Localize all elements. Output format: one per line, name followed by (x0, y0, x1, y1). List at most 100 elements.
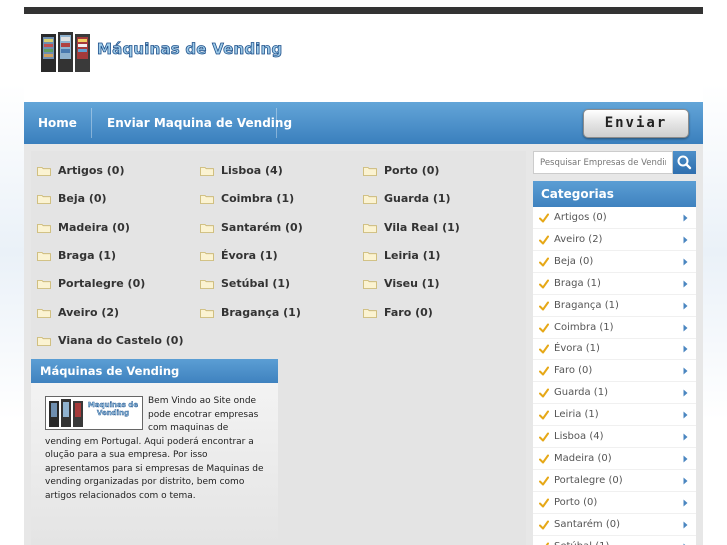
sidebar-category-item[interactable]: Madeira (0) (533, 448, 696, 470)
sidebar-category-label: Lisboa (4) (554, 431, 604, 442)
check-icon (539, 388, 549, 398)
main-content: Artigos (0) Lisboa (4) Porto (0) Beja (0) Co… (31, 151, 526, 545)
check-icon (539, 520, 549, 530)
folder-icon (37, 280, 51, 290)
chevron-right-icon (683, 258, 688, 266)
welcome-text: Bem Vindo ao Site onde pode encotrar emp… (45, 395, 267, 503)
sidebar-category-item[interactable]: Beja (0) (533, 251, 696, 273)
sidebar-category-item[interactable]: Lisboa (4) (533, 426, 696, 448)
sidebar-category-item[interactable]: Setúbal (1) (533, 536, 696, 545)
sidebar-category-item[interactable]: Porto (0) (533, 492, 696, 514)
category-label: Santarém (0) (221, 220, 303, 234)
category-label: Braga (1) (58, 248, 117, 262)
folder-icon (200, 195, 214, 205)
folder-icon (363, 251, 377, 261)
nav-divider (91, 108, 92, 138)
sidebar-category-label: Coimbra (1) (554, 321, 614, 333)
sidebar-category-label: Évora (1) (554, 343, 600, 355)
site-logo-text[interactable]: Máquinas de Vending (97, 40, 283, 59)
nav-enviar-maquina[interactable]: Enviar Maquina de Vending (107, 102, 292, 144)
chevron-right-icon (683, 280, 688, 288)
category-label: Évora (1) (221, 248, 278, 262)
sidebar-category-label: Aveiro (2) (554, 233, 603, 245)
nav-divider (276, 108, 277, 138)
folder-icon (363, 167, 377, 176)
category-label: Aveiro (2) (58, 305, 120, 319)
category-label: Beja (0) (58, 192, 107, 206)
search-button[interactable] (673, 151, 696, 174)
folder-icon (363, 308, 377, 318)
check-icon (539, 301, 549, 311)
category-label: Portalegre (0) (58, 277, 146, 291)
check-icon (539, 235, 549, 245)
chevron-right-icon (683, 302, 688, 310)
welcome-box: Maquinas de Vending Bem Vindo ao Site on… (31, 383, 278, 545)
sidebar: Categorias Artigos (0) Aveiro (2) Beja (0)… (533, 151, 696, 545)
sidebar-category-label: Beja (0) (554, 255, 594, 267)
check-icon (545, 542, 549, 545)
sidebar-category-item[interactable]: Leiria (1) (533, 404, 696, 427)
sidebar-category-label: Leiria (1) (554, 409, 599, 421)
folder-icon (37, 195, 51, 205)
folder-icon (37, 251, 51, 261)
category-label: Vila Real (1) (384, 220, 460, 234)
main-nav: Home Enviar Maquina de Vending Enviar (24, 102, 703, 144)
folder-icon (200, 251, 214, 261)
check-icon (539, 366, 549, 376)
sidebar-categories-title: Categorias (533, 181, 696, 207)
chevron-right-icon (683, 455, 688, 463)
vending-machines-logo-icon[interactable] (40, 30, 92, 74)
category-label: Artigos (0) (58, 164, 125, 177)
sidebar-category-item[interactable]: Évora (1) (533, 338, 696, 361)
sidebar-category-label: Artigos (0) (554, 212, 607, 223)
category-label: Guarda (1) (384, 192, 451, 206)
sidebar-category-item[interactable]: Guarda (1) (533, 382, 696, 405)
sidebar-category-item[interactable]: Coimbra (1) (533, 317, 696, 339)
chevron-right-icon (683, 477, 688, 485)
category-label: Lisboa (4) (221, 164, 283, 177)
chevron-right-icon (683, 499, 688, 507)
chevron-right-icon (683, 411, 688, 419)
check-icon (539, 454, 549, 464)
folder-icon (37, 308, 51, 318)
sidebar-category-item[interactable]: Bragança (1) (533, 295, 696, 317)
category-label: Setúbal (1) (221, 277, 291, 291)
sidebar-category-item[interactable]: Aveiro (2) (533, 229, 696, 251)
sidebar-category-label: Setúbal (1) (554, 536, 609, 545)
site-header: Máquinas de Vending (24, 14, 703, 109)
sidebar-category-label: Bragança (1) (554, 299, 619, 311)
sidebar-category-item[interactable]: Braga (1) (533, 273, 696, 295)
check-icon (539, 410, 549, 420)
sidebar-category-item[interactable]: Artigos (0) (533, 207, 696, 229)
sidebar-category-item[interactable]: Santarém (0) (533, 514, 696, 536)
chevron-right-icon (683, 433, 688, 441)
nav-home[interactable]: Home (38, 102, 77, 144)
sidebar-category-label: Santarém (0) (554, 518, 620, 530)
chevron-right-icon (683, 367, 688, 375)
folder-icon (363, 223, 377, 233)
chevron-right-icon (683, 521, 688, 529)
check-icon (539, 279, 549, 289)
category-label: Faro (0) (384, 305, 433, 319)
category-label: Viana do Castelo (0) (58, 333, 184, 347)
sidebar-category-label: Madeira (0) (554, 452, 612, 464)
check-icon (539, 432, 549, 442)
folder-icon (363, 195, 377, 205)
sidebar-category-label: Faro (0) (554, 365, 593, 377)
enviar-button[interactable]: Enviar (583, 109, 689, 138)
welcome-box-title: Máquinas de Vending (31, 359, 278, 383)
check-icon (539, 476, 549, 486)
category-label: Viseu (1) (384, 277, 440, 291)
top-bar (24, 7, 703, 14)
folder-icon (37, 336, 51, 346)
sidebar-category-label: Braga (1) (554, 277, 601, 289)
search-input[interactable] (533, 151, 673, 174)
folder-icon (200, 167, 214, 176)
sidebar-category-item[interactable]: Portalegre (0) (533, 470, 696, 492)
sidebar-category-item[interactable]: Faro (0) (533, 360, 696, 383)
check-icon (539, 323, 549, 332)
folder-icon (37, 167, 51, 176)
page-container: Máquinas de Vending Home Enviar Maquina … (24, 7, 703, 545)
check-icon (539, 213, 549, 223)
category-label: Leiria (1) (384, 248, 441, 262)
